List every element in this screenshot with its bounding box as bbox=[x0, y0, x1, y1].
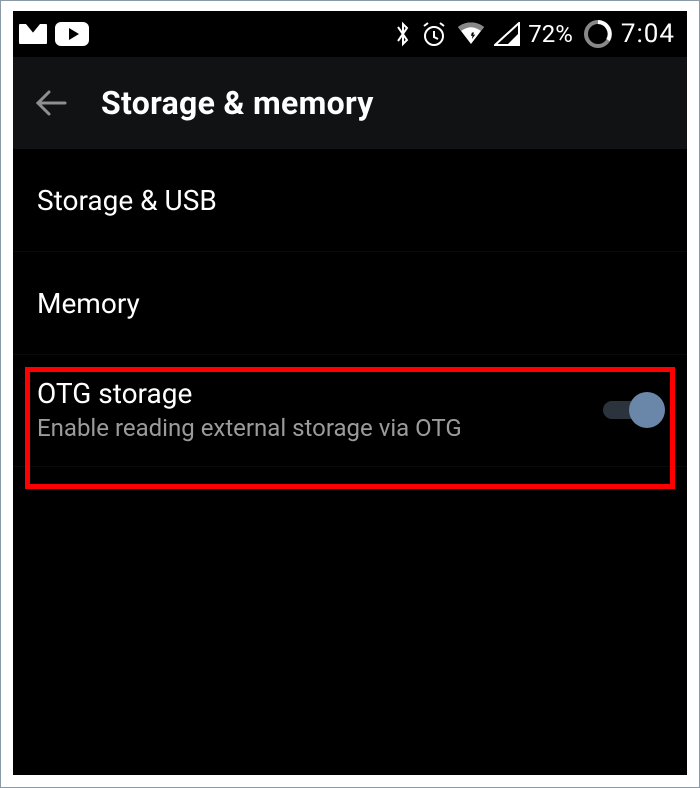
setting-row-otg-storage[interactable]: OTG storage Enable reading external stor… bbox=[13, 355, 687, 466]
row-sublabel: Enable reading external storage via OTG bbox=[37, 414, 462, 442]
row-label: OTG storage bbox=[37, 377, 462, 410]
cellular-icon bbox=[494, 22, 520, 46]
alarm-icon bbox=[420, 20, 448, 48]
header-bar: Storage & memory bbox=[13, 57, 687, 149]
clock-text: 7:04 bbox=[621, 19, 675, 49]
setting-row-storage-usb[interactable]: Storage & USB bbox=[13, 149, 687, 251]
back-button[interactable] bbox=[33, 86, 67, 120]
gmail-icon bbox=[19, 24, 47, 44]
row-label: Storage & USB bbox=[37, 184, 663, 217]
setting-row-memory[interactable]: Memory bbox=[13, 252, 687, 354]
wifi-icon bbox=[456, 22, 486, 46]
bluetooth-icon bbox=[394, 20, 412, 48]
battery-text: 72% bbox=[528, 20, 573, 48]
otg-toggle[interactable] bbox=[601, 390, 665, 430]
page-title: Storage & memory bbox=[101, 84, 374, 122]
row-label: Memory bbox=[37, 287, 663, 320]
battery-ring-icon bbox=[583, 19, 613, 49]
youtube-icon bbox=[55, 22, 89, 46]
status-bar: 72% 7:04 bbox=[13, 11, 687, 57]
